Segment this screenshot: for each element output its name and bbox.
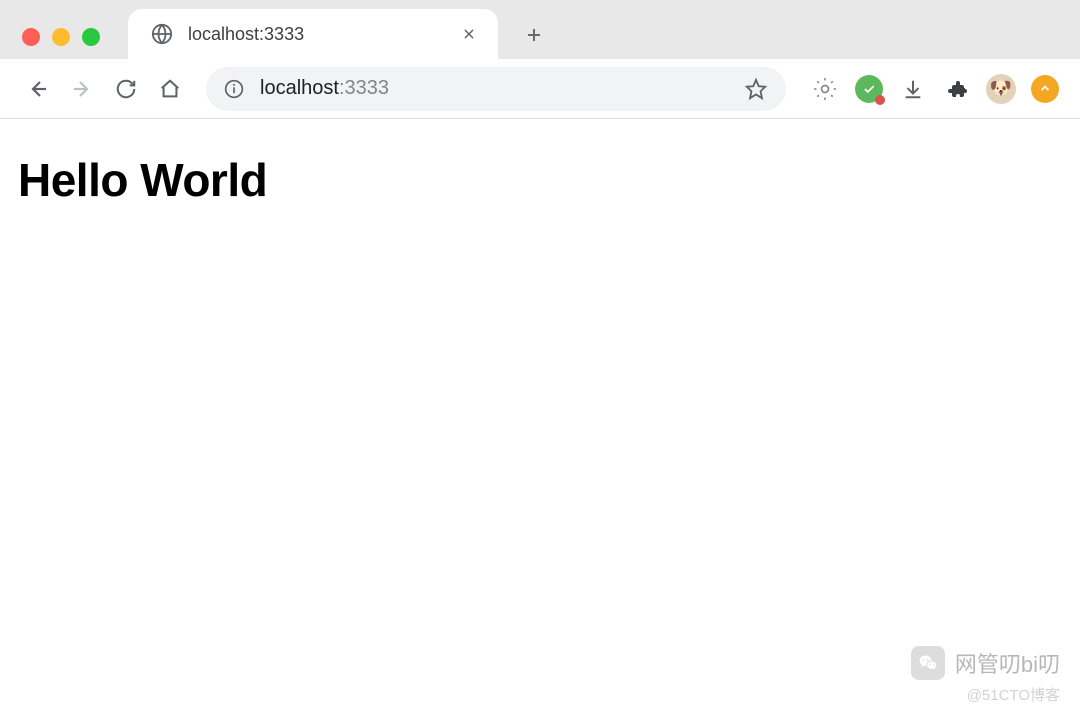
- profile-avatar[interactable]: 🐶: [986, 74, 1016, 104]
- browser-tab[interactable]: localhost:3333: [128, 9, 498, 59]
- tab-title: localhost:3333: [188, 24, 458, 45]
- page-viewport: Hello World: [0, 119, 1080, 723]
- window-close-button[interactable]: [22, 28, 40, 46]
- globe-icon: [150, 22, 174, 46]
- back-button[interactable]: [20, 71, 56, 107]
- close-icon[interactable]: [458, 23, 480, 45]
- extensions-puzzle-icon[interactable]: [942, 74, 972, 104]
- home-button[interactable]: [152, 71, 188, 107]
- watermark: 网管叨bi叨 @51CTO博客: [911, 646, 1060, 705]
- url-host: localhost: [260, 77, 339, 99]
- url-text: localhost:3333: [260, 77, 389, 100]
- extension-green-icon[interactable]: [854, 74, 884, 104]
- window-maximize-button[interactable]: [82, 28, 100, 46]
- site-info-icon[interactable]: [222, 77, 246, 101]
- wechat-icon: [911, 646, 945, 680]
- reload-button[interactable]: [108, 71, 144, 107]
- new-tab-button[interactable]: [514, 15, 554, 55]
- forward-button[interactable]: [64, 71, 100, 107]
- page-heading: Hello World: [18, 153, 1062, 207]
- watermark-sub-text: @51CTO博客: [911, 684, 1060, 705]
- window-controls: [22, 28, 100, 46]
- extension-orange-icon[interactable]: [1030, 74, 1060, 104]
- bookmark-star-icon[interactable]: [742, 75, 770, 103]
- toolbar-extensions: 🐶: [804, 74, 1060, 104]
- tab-strip: localhost:3333: [0, 0, 1080, 59]
- url-path: :3333: [339, 77, 389, 99]
- address-bar[interactable]: localhost:3333: [206, 67, 786, 111]
- watermark-main: 网管叨bi叨: [911, 646, 1060, 680]
- window-minimize-button[interactable]: [52, 28, 70, 46]
- download-icon[interactable]: [898, 74, 928, 104]
- nav-toolbar: localhost:3333: [0, 59, 1080, 119]
- watermark-main-text: 网管叨bi叨: [955, 647, 1060, 679]
- gear-icon[interactable]: [810, 74, 840, 104]
